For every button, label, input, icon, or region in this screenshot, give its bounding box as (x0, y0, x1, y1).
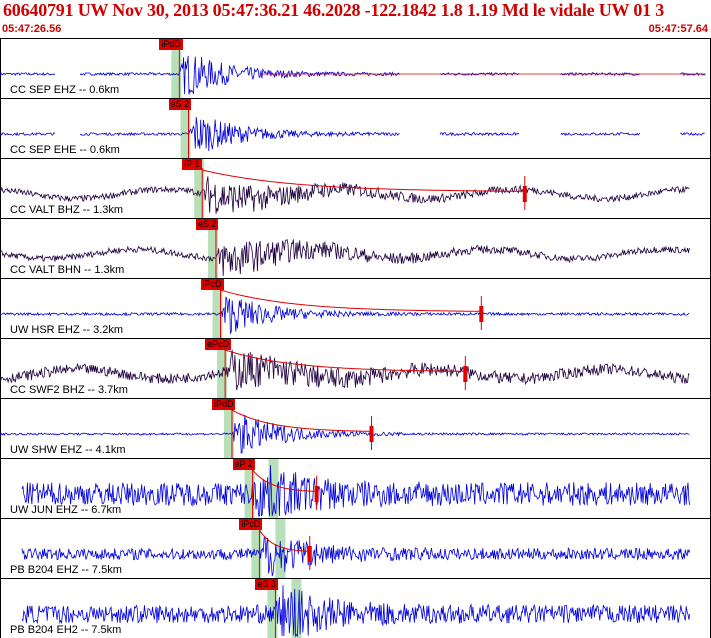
phase-pick-tag[interactable]: ePcD (205, 339, 232, 350)
phase-pick-tag[interactable]: eS 2 (195, 219, 219, 230)
seismogram-viewer: 60640791 UW Nov 30, 2013 05:47:36.21 46.… (0, 0, 711, 638)
event-title: 60640791 UW Nov 30, 2013 05:47:36.21 46.… (3, 0, 665, 20)
phase-pick-tag[interactable]: eS 2 (168, 99, 192, 110)
channel-label: UW HSR EHZ -- 3.2km (10, 324, 124, 336)
channel-label: CC SEP EHZ -- 0.6km (10, 84, 120, 96)
channel-label: PB B204 EH2 -- 7.5km (10, 624, 122, 636)
phase-pick-tag[interactable]: eS 3 (255, 579, 278, 590)
phase-pick-tag[interactable]: iPdD (211, 399, 236, 410)
phase-pick-tag[interactable]: iPcD (200, 279, 224, 290)
channel-label: UW SHW EHZ -- 4.1km (10, 444, 126, 456)
waveform-trace (21, 585, 691, 638)
channel-label: CC SEP EHE -- 0.6km (10, 144, 120, 156)
phase-pick-tag[interactable]: iPdD (159, 39, 183, 50)
waveform-canvas[interactable] (0, 38, 711, 638)
channel-label: CC SWF2 BHZ -- 3.7km (10, 384, 128, 396)
coda-decay-curve (202, 169, 525, 192)
channel-label: CC VALT BHN -- 1.3km (10, 264, 125, 276)
event-header: 60640791 UW Nov 30, 2013 05:47:36.21 46.… (0, 0, 711, 38)
window-start-time: 05:47:26.56 (2, 23, 62, 35)
phase-pick-tag[interactable]: iPcD (239, 519, 263, 530)
phase-pick-tag[interactable]: eP 2 (232, 459, 255, 470)
waveform-trace (21, 537, 691, 577)
phase-pick-tag[interactable]: iP 1 (182, 159, 202, 170)
channel-label: CC VALT BHZ -- 1.3km (10, 204, 124, 216)
channel-label: PB B204 EHZ -- 7.5km (10, 564, 122, 576)
coda-decay-curve (220, 289, 481, 312)
window-end-time: 05:47:57.64 (648, 23, 708, 35)
waveform-trace (21, 465, 691, 517)
channel-label: UW JUN EHZ -- 6.7km (10, 504, 122, 516)
